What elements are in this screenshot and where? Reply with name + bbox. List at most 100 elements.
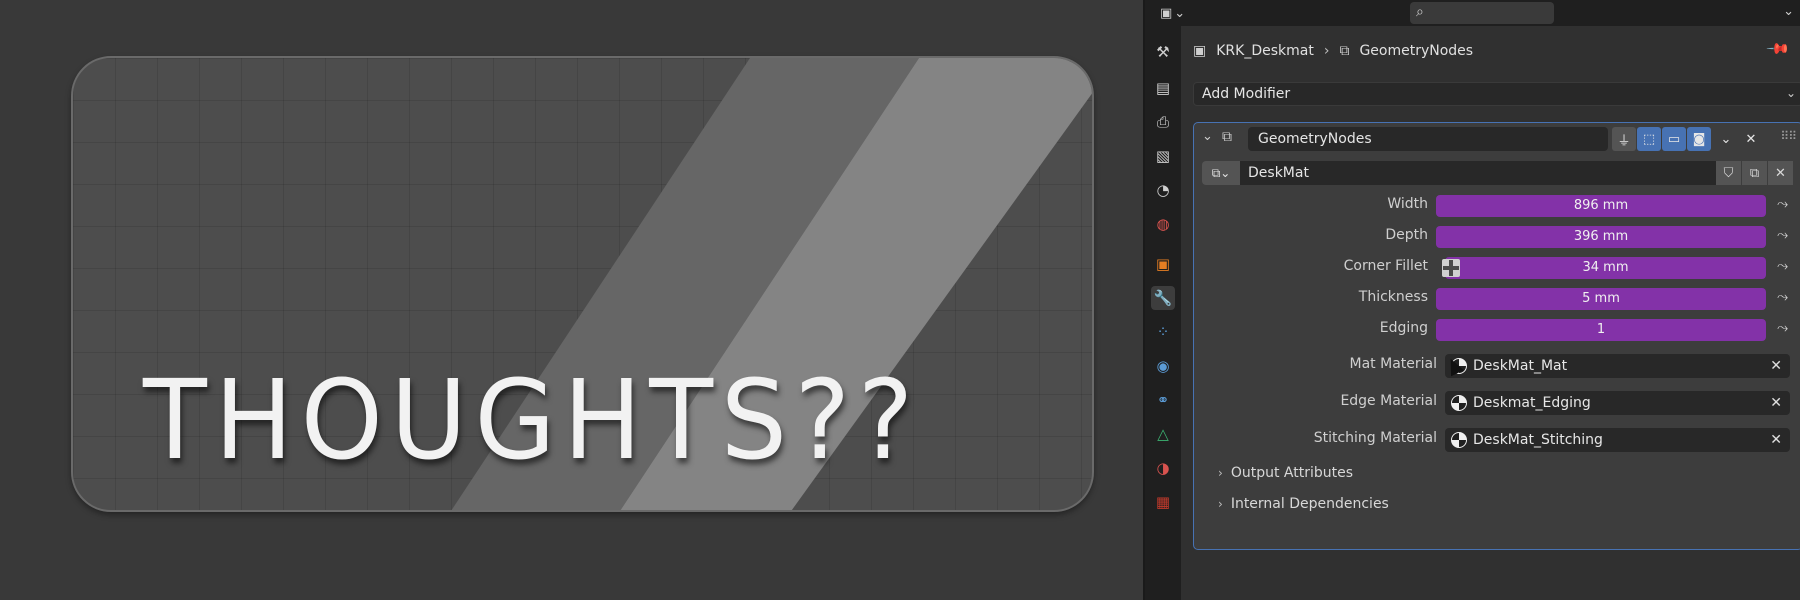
property-label: Stitching Material	[1313, 430, 1437, 446]
output-icon[interactable]: ⎙	[1151, 110, 1175, 134]
chevron-down-icon[interactable]: ⌄	[1714, 127, 1738, 151]
world-icon[interactable]: ◍	[1151, 212, 1175, 236]
property-label: Depth	[1385, 227, 1428, 243]
constraints-icon[interactable]: ⚭	[1151, 388, 1175, 412]
property-row-stitching-material: Stitching Material DeskMat_Stitching ✕	[1194, 427, 1800, 453]
drag-handle-icon[interactable]: ⠿⠿	[1780, 129, 1797, 143]
add-modifier-label: Add Modifier	[1202, 86, 1291, 102]
view-layer-icon[interactable]: ▧	[1151, 144, 1175, 168]
attribute-toggle-icon[interactable]: ⤳	[1777, 258, 1788, 274]
edge-material-field[interactable]: Deskmat_Edging ✕	[1445, 391, 1790, 415]
geometry-nodes-icon: ⧉	[1222, 129, 1232, 145]
particles-icon[interactable]: ⁘	[1151, 320, 1175, 344]
property-row-width: Width 896 mm ⤳	[1194, 193, 1800, 217]
material-icon[interactable]: ◑	[1151, 456, 1175, 480]
node-group-selector: ⧉⌄ DeskMat ⛉ ⧉ ✕	[1202, 161, 1796, 185]
depth-field[interactable]: 396 mm	[1436, 226, 1766, 248]
render-camera-icon[interactable]: ◙	[1687, 127, 1711, 151]
modifier-wrench-icon[interactable]: 🔧	[1151, 286, 1175, 310]
physics-icon[interactable]: ◉	[1151, 354, 1175, 378]
pin-icon[interactable]: 📌	[1766, 36, 1792, 62]
property-row-edging: Edging 1 ⤳	[1194, 317, 1800, 341]
material-icon	[1451, 432, 1467, 448]
corner-fillet-toggle[interactable]	[1436, 257, 1466, 279]
breadcrumb-modifier: GeometryNodes	[1359, 43, 1474, 59]
add-modifier-dropdown[interactable]: Add Modifier ⌄	[1193, 82, 1800, 106]
fake-user-shield-icon[interactable]: ⛉	[1716, 161, 1741, 185]
thickness-field[interactable]: 5 mm	[1436, 288, 1766, 310]
mat-material-field[interactable]: DeskMat_Mat ✕	[1445, 354, 1790, 378]
property-row-thickness: Thickness 5 mm ⤳	[1194, 286, 1800, 310]
subpanel-output-attributes[interactable]: › Output Attributes	[1218, 465, 1353, 481]
node-group-name-field[interactable]: DeskMat	[1240, 161, 1716, 185]
fillet-icon	[1442, 259, 1460, 277]
property-label: Corner Fillet	[1343, 258, 1428, 274]
chevron-down-icon[interactable]: ⌄	[1202, 129, 1213, 144]
material-name: DeskMat_Stitching	[1473, 432, 1603, 448]
chevron-right-icon: ›	[1218, 497, 1223, 511]
scene-icon[interactable]: ◔	[1151, 178, 1175, 202]
chevron-right-icon: ›	[1218, 466, 1223, 480]
modifier-name-field[interactable]: GeometryNodes	[1248, 127, 1608, 151]
properties-tabs: ⚒ ▤ ⎙ ▧ ◔ ◍ ▣ 🔧 ⁘ ◉ ⚭ △ ◑ ▦	[1145, 26, 1181, 600]
stitching-material-field[interactable]: DeskMat_Stitching ✕	[1445, 428, 1790, 452]
deskmat-object[interactable]: THOUGHTS??	[71, 56, 1094, 512]
tool-icon[interactable]: ⚒	[1151, 40, 1175, 64]
properties-editor-icon: ▣	[1160, 5, 1173, 21]
modifier-context: ▣ KRK_Deskmat › ⧉ GeometryNodes 📌 Add Mo…	[1181, 26, 1800, 600]
chevron-down-icon: ⌄	[1785, 86, 1796, 100]
corner-fillet-value: 34 mm	[1582, 260, 1629, 275]
render-icon[interactable]: ▤	[1151, 76, 1175, 100]
viewport-display-icon[interactable]: ▭	[1662, 127, 1686, 151]
3d-viewport[interactable]: THOUGHTS??	[0, 0, 1143, 600]
attribute-toggle-icon[interactable]: ⤳	[1777, 196, 1788, 212]
search-icon: ⌕	[1416, 4, 1424, 20]
close-icon[interactable]: ✕	[1770, 354, 1782, 378]
property-label: Mat Material	[1349, 356, 1437, 372]
corner-fillet-field[interactable]: 34 mm	[1445, 257, 1766, 279]
property-label: Edge Material	[1340, 393, 1437, 409]
properties-header: ▣ ⌄ ⌕ ⌄	[1145, 0, 1800, 26]
node-group-browse-button[interactable]: ⧉⌄	[1202, 161, 1240, 185]
search-input[interactable]: ⌕	[1410, 2, 1554, 24]
edging-field[interactable]: 1	[1436, 319, 1766, 341]
properties-editor: ▣ ⌄ ⌕ ⌄ ⚒ ▤ ⎙ ▧ ◔ ◍ ▣ 🔧 ⁘ ◉ ⚭ △ ◑ ▦ ▣ KR…	[1143, 0, 1800, 600]
modifier-header: ⌄ ⧉ GeometryNodes ⏚ ⬚ ▭ ◙ ⌄ ✕ ⠿⠿	[1194, 123, 1800, 155]
object-icon[interactable]: ▣	[1151, 252, 1175, 276]
attribute-toggle-icon[interactable]: ⤳	[1777, 227, 1788, 243]
property-label: Edging	[1379, 320, 1428, 336]
duplicate-icon[interactable]: ⧉	[1742, 161, 1767, 185]
property-label: Thickness	[1358, 289, 1428, 305]
close-icon[interactable]: ✕	[1768, 161, 1793, 185]
editor-type-button[interactable]: ▣ ⌄	[1160, 2, 1200, 24]
property-row-edge-material: Edge Material Deskmat_Edging ✕	[1194, 390, 1800, 416]
edit-mode-cage-icon[interactable]: ⏚	[1612, 127, 1636, 151]
width-field[interactable]: 896 mm	[1436, 195, 1766, 217]
subpanel-label: Internal Dependencies	[1230, 496, 1389, 512]
chevron-down-icon[interactable]: ⌄	[1783, 4, 1794, 19]
edit-mode-icon[interactable]: ⬚	[1637, 127, 1661, 151]
property-row-depth: Depth 396 mm ⤳	[1194, 224, 1800, 248]
mat-printed-text: THOUGHTS??	[143, 356, 921, 484]
attribute-toggle-icon[interactable]: ⤳	[1777, 320, 1788, 336]
breadcrumb: ▣ KRK_Deskmat › ⧉ GeometryNodes	[1193, 40, 1473, 62]
property-label: Width	[1387, 196, 1428, 212]
close-icon[interactable]: ✕	[1739, 127, 1763, 151]
material-icon	[1451, 395, 1467, 411]
subpanel-internal-dependencies[interactable]: › Internal Dependencies	[1218, 496, 1389, 512]
object-icon: ▣	[1193, 43, 1207, 59]
close-icon[interactable]: ✕	[1770, 391, 1782, 415]
chevron-right-icon: ›	[1323, 43, 1330, 59]
subpanel-label: Output Attributes	[1230, 465, 1354, 481]
geometry-nodes-icon: ⧉	[1339, 43, 1350, 59]
material-name: DeskMat_Mat	[1473, 358, 1568, 374]
object-data-icon[interactable]: △	[1151, 422, 1175, 446]
attribute-toggle-icon[interactable]: ⤳	[1777, 289, 1788, 305]
property-row-corner-fillet: Corner Fillet 34 mm ⤳	[1194, 255, 1800, 279]
geometry-nodes-modifier-panel: ⌄ ⧉ GeometryNodes ⏚ ⬚ ▭ ◙ ⌄ ✕ ⠿⠿ ⧉⌄ Desk…	[1193, 122, 1800, 550]
close-icon[interactable]: ✕	[1770, 428, 1782, 452]
texture-icon[interactable]: ▦	[1151, 490, 1175, 514]
chevron-down-icon: ⌄	[1174, 5, 1186, 21]
breadcrumb-object: KRK_Deskmat	[1216, 43, 1314, 59]
material-name: Deskmat_Edging	[1473, 395, 1591, 411]
